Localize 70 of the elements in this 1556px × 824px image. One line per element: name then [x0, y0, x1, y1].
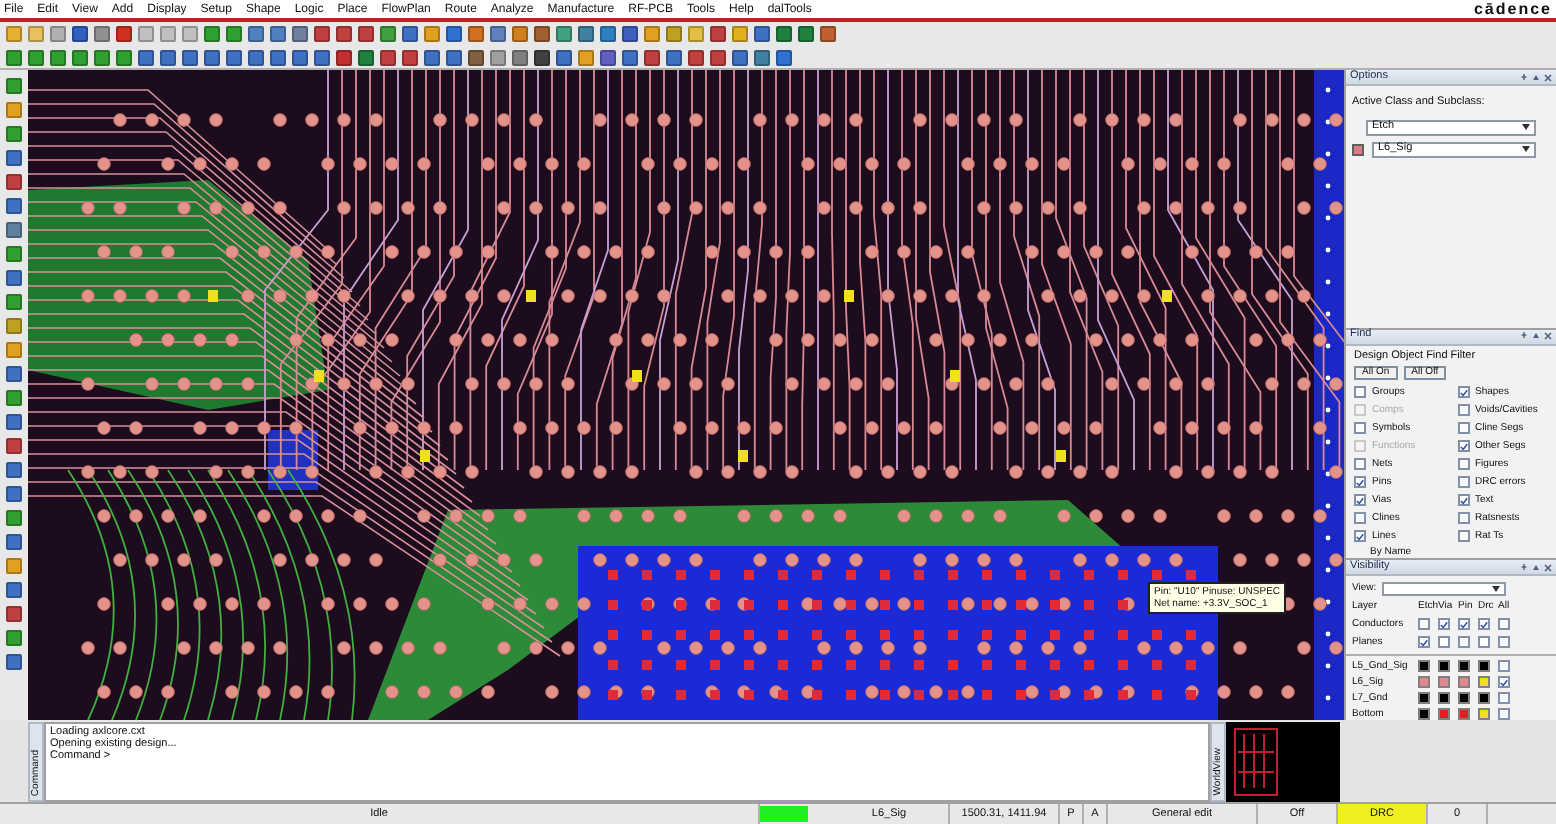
caret-icon	[1522, 124, 1530, 130]
checkbox[interactable]	[1498, 618, 1510, 630]
view-dropdown[interactable]	[1382, 582, 1507, 596]
pin-icon[interactable]	[1520, 332, 1528, 340]
checkbox[interactable]	[1418, 618, 1430, 630]
check-icon	[1500, 677, 1508, 687]
pin-icon[interactable]	[1520, 73, 1528, 81]
close-icon[interactable]	[1544, 73, 1552, 81]
caret-icon	[1492, 586, 1501, 592]
checkbox[interactable]	[1457, 476, 1469, 488]
color-swatch[interactable]	[1438, 708, 1450, 720]
pin-icon[interactable]	[1520, 563, 1528, 571]
checkbox[interactable]	[1498, 676, 1510, 688]
color-swatch[interactable]	[1418, 676, 1430, 688]
check-icon	[1440, 619, 1448, 629]
checkbox[interactable]	[1457, 386, 1469, 398]
checkbox[interactable]	[1457, 404, 1469, 416]
dock-icon[interactable]	[1532, 563, 1540, 571]
checkbox[interactable]	[1354, 386, 1366, 398]
color-swatch[interactable]	[1458, 708, 1470, 720]
checkbox[interactable]	[1457, 530, 1469, 542]
checkbox[interactable]	[1354, 512, 1366, 524]
close-icon[interactable]	[1544, 563, 1552, 571]
close-icon[interactable]	[1544, 332, 1552, 340]
color-swatch[interactable]	[1438, 660, 1450, 672]
color-swatch[interactable]	[1458, 676, 1470, 688]
check-icon	[1356, 531, 1364, 541]
check-icon	[1459, 495, 1467, 505]
color-swatch[interactable]	[1478, 708, 1490, 720]
checkbox[interactable]	[1354, 422, 1366, 434]
check-icon	[1480, 619, 1488, 629]
checkbox[interactable]	[1458, 636, 1470, 648]
checkbox[interactable]	[1498, 692, 1510, 704]
checkbox[interactable]	[1498, 660, 1510, 672]
checkbox[interactable]	[1478, 636, 1490, 648]
check-icon	[1459, 387, 1467, 397]
color-swatch[interactable]	[1418, 692, 1430, 704]
color-swatch[interactable]	[1478, 676, 1490, 688]
color-swatch[interactable]	[1478, 692, 1490, 704]
checkbox[interactable]	[1457, 512, 1469, 524]
checkbox[interactable]	[1354, 530, 1366, 542]
check-icon	[1459, 441, 1467, 451]
checkbox[interactable]	[1354, 494, 1366, 506]
checkbox[interactable]	[1458, 618, 1470, 630]
check-icon	[1420, 637, 1428, 647]
color-swatch[interactable]	[1458, 660, 1470, 672]
checkbox[interactable]	[1354, 476, 1366, 488]
color-swatch[interactable]	[1438, 692, 1450, 704]
caret-icon	[1522, 146, 1530, 152]
color-swatch[interactable]	[1418, 660, 1430, 672]
dock-icon[interactable]	[1532, 332, 1540, 340]
color-swatch[interactable]	[1438, 676, 1450, 688]
checkbox[interactable]	[1498, 708, 1510, 720]
checkbox[interactable]	[1438, 618, 1450, 630]
color-swatch[interactable]	[1418, 708, 1430, 720]
logo: cādence	[1473, 1, 1552, 17]
checkbox[interactable]	[1457, 422, 1469, 434]
color-swatch[interactable]	[1478, 660, 1490, 672]
checkbox[interactable]	[1457, 458, 1469, 470]
check-icon	[1460, 619, 1468, 629]
checkbox[interactable]	[1478, 618, 1490, 630]
checkbox[interactable]	[1457, 494, 1469, 506]
worldview-drawing	[1234, 728, 1278, 796]
checkbox[interactable]	[1438, 636, 1450, 648]
color-swatch[interactable]	[1458, 692, 1470, 704]
color-swatch[interactable]	[1352, 143, 1364, 155]
checkbox[interactable]	[1498, 636, 1510, 648]
checkbox[interactable]	[1354, 458, 1366, 470]
checkbox[interactable]	[1457, 440, 1469, 452]
checkbox[interactable]	[1418, 636, 1430, 648]
